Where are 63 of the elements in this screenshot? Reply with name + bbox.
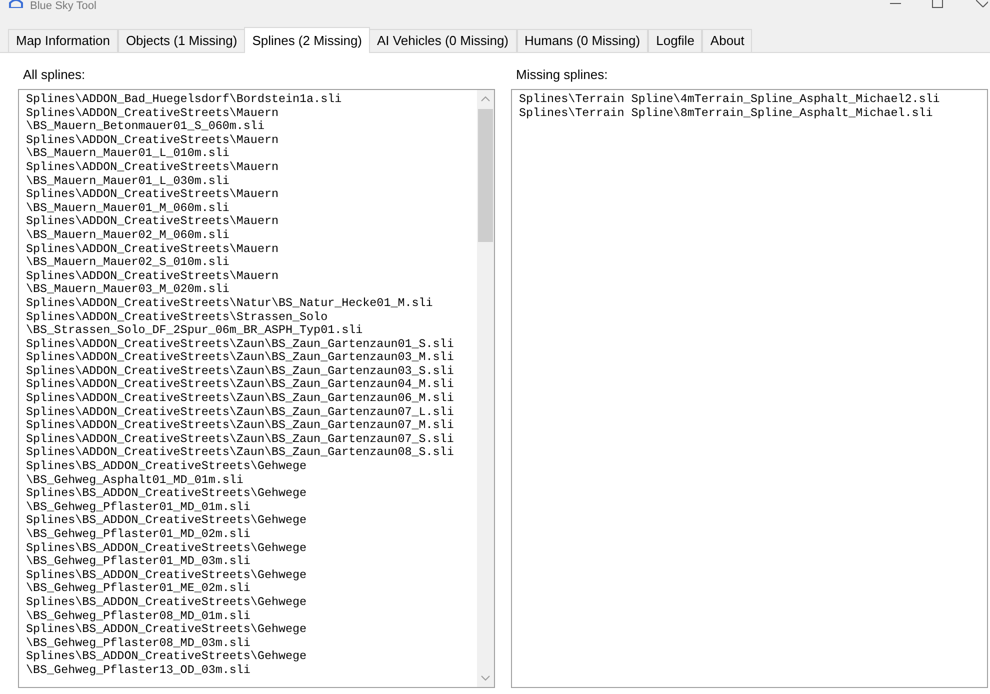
file-path: Splines\Terrain Spline\8mTerrain_Spline_Asphalt_Michael.sli	[519, 106, 933, 120]
tab[interactable]: Humans (0 Missing)	[516, 29, 648, 52]
file-path: \BS_Mauern_Mauer03_M_020m.sli	[26, 283, 230, 297]
window-title: Blue Sky Tool	[30, 0, 96, 13]
file-path: Splines\ADDON_CreativeStreets\Natur\BS_Natur_Hecke01_M.sli	[26, 296, 433, 310]
file-path: Splines\BS_ADDON_CreativeStreets\Gehwege	[26, 568, 307, 582]
app-icon	[9, 0, 23, 8]
file-path: Splines\BS_ADDON_CreativeStreets\Gehwege	[26, 460, 307, 474]
file-path: Splines\ADDON_CreativeStreets\Zaun\BS_Zaun_Gartenzaun06_M.sli	[26, 392, 454, 406]
file-path: \BS_Gehweg_Pflaster08_MD_01m.sli	[26, 610, 250, 624]
file-path: \BS_Mauern_Mauer02_S_010m.sli	[26, 256, 230, 270]
file-path: Splines\ADDON_CreativeStreets\Zaun\BS_Zaun_Gartenzaun04_M.sli	[26, 378, 454, 392]
tab[interactable]: Map Information	[8, 29, 118, 52]
file-path: \BS_Mauern_Mauer02_M_060m.sli	[26, 228, 230, 243]
file-path: \BS_Mauern_Mauer01_L_010m.sli	[26, 147, 230, 161]
tab[interactable]: Objects (1 Missing)	[118, 29, 246, 52]
file-path: Splines\BS_ADDON_CreativeStreets\Gehwege	[26, 542, 307, 556]
file-path: Splines\ADDON_CreativeStreets\Zaun\BS_Zaun_Gartenzaun03_S.sli	[26, 364, 454, 378]
file-path: Splines\ADDON_CreativeStreets\Zaun\BS_Zaun_Gartenzaun03_M.sli	[26, 351, 454, 365]
file-path: \BS_Gehweg_Asphalt01_MD_01m.sli	[26, 474, 244, 488]
file-path: Splines\BS_ADDON_CreativeStreets\Gehwege	[26, 514, 307, 528]
file-path: Splines\Terrain Spline\4mTerrain_Spline_Asphalt_Michael2.sli	[519, 93, 940, 107]
file-path: Splines\ADDON_CreativeStreets\Mauern	[26, 215, 278, 229]
file-path: Splines\ADDON_CreativeStreets\Zaun\BS_Zaun_Gartenzaun07_M.sli	[26, 419, 454, 433]
minimize-icon[interactable]	[890, 3, 901, 5]
file-path: \BS_Gehweg_Pflaster01_MD_02m.sli	[26, 528, 250, 542]
file-path: Splines\ADDON_CreativeStreets\Mauern	[26, 270, 278, 284]
maximize-icon[interactable]	[932, 0, 943, 8]
tab[interactable]: Logfile	[648, 29, 702, 52]
file-path: Splines\ADDON_CreativeStreets\Zaun\BS_Zaun_Gartenzaun01_S.sli	[26, 338, 454, 352]
scroll-thumb[interactable]	[478, 109, 493, 242]
file-path: Splines\ADDON_CreativeStreets\Mauern	[26, 242, 278, 256]
file-path: \BS_Gehweg_Pflaster01_MD_03m.sli	[26, 555, 250, 569]
file-path: \BS_Mauern_Mauer01_M_060m.sli	[26, 202, 230, 216]
list-label: All splines:	[23, 67, 86, 83]
file-path: Splines\ADDON_CreativeStreets\Zaun\BS_Zaun_Gartenzaun08_S.sli	[26, 446, 454, 460]
text-area[interactable]	[18, 89, 495, 688]
file-path: Splines\ADDON_CreativeStreets\Mauern	[26, 160, 278, 175]
tab[interactable]: Splines (2 Missing)	[244, 27, 370, 53]
file-path: Splines\ADDON_CreativeStreets\Zaun\BS_Zaun_Gartenzaun07_L.sli	[26, 406, 454, 420]
file-path: \BS_Gehweg_Pflaster01_ME_02m.sli	[26, 582, 250, 596]
scrollbar[interactable]	[477, 90, 494, 687]
text-area[interactable]: Splines\Terrain Spline\4mTerrain_Spline_Asphalt_Michael2.sli Splines\Terrain Spline\8mTerrain_Spline_Asphalt_Michael.sli	[511, 89, 988, 688]
list-label: Missing splines:	[516, 67, 609, 83]
file-path: \BS_Gehweg_Pflaster01_MD_01m.sli	[26, 500, 250, 514]
file-path: Splines\BS_ADDON_CreativeStreets\Gehwege	[26, 650, 307, 664]
file-path: \BS_Mauern_Mauer01_L_030m.sli	[26, 174, 230, 188]
file-path: Splines\ADDON_Bad_Huegelsdorf\Bordstein1a.sli	[26, 93, 342, 107]
file-path: \BS_Strassen_Solo_DF_2Spur_06m_BR_ASPH_Typ01.sli	[26, 324, 363, 338]
file-path: Splines\BS_ADDON_CreativeStreets\Gehwege	[26, 596, 307, 610]
file-path: \BS_Gehweg_Pflaster13_OD_03m.sli	[26, 664, 250, 678]
close-icon[interactable]	[976, 0, 988, 8]
file-path: \BS_Gehweg_Pflaster08_MD_03m.sli	[26, 636, 250, 650]
file-path: Splines\ADDON_CreativeStreets\Mauern	[26, 134, 278, 148]
file-path: Splines\BS_ADDON_CreativeStreets\Gehwege	[26, 623, 307, 637]
file-path: Splines\ADDON_CreativeStreets\Strassen_Solo	[26, 310, 328, 324]
file-path: Splines\ADDON_CreativeStreets\Mauern	[26, 106, 278, 120]
tab[interactable]: AI Vehicles (0 Missing)	[369, 29, 517, 52]
file-path: Splines\ADDON_CreativeStreets\Mauern	[26, 188, 278, 202]
tab[interactable]: About	[702, 29, 752, 52]
file-path: Splines\ADDON_CreativeStreets\Zaun\BS_Zaun_Gartenzaun07_S.sli	[26, 432, 454, 446]
file-path: Splines\BS_ADDON_CreativeStreets\Gehwege	[26, 487, 307, 501]
file-path: \BS_Mauern_Betonmauer01_S_060m.sli	[26, 120, 264, 134]
